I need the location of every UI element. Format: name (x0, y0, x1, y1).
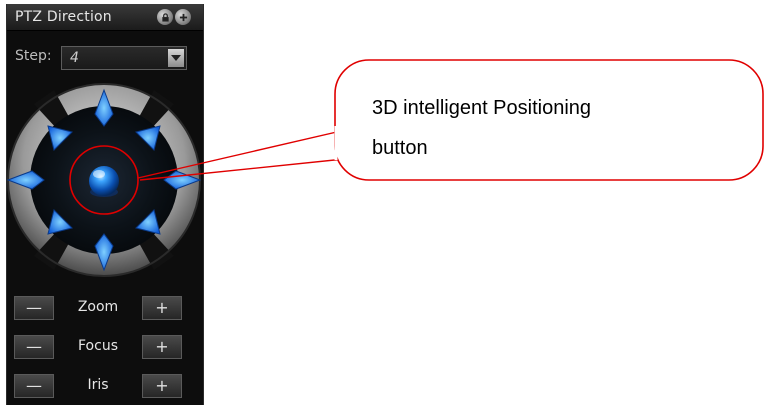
step-select[interactable]: 4 (61, 46, 187, 70)
callout-line1: 3D intelligent Positioning (372, 97, 592, 119)
arrow-up-left-button[interactable] (44, 122, 76, 154)
focus-label: Focus (78, 338, 118, 354)
zoom-label: Zoom (77, 299, 119, 315)
panel-title: PTZ Direction (15, 9, 112, 25)
iris-row: — Iris + (14, 374, 184, 398)
step-value: 4 (70, 50, 79, 66)
iris-minus-button[interactable]: — (14, 374, 54, 398)
arrow-up-right-button[interactable] (132, 122, 164, 154)
zoom-out-button[interactable]: — (14, 296, 54, 320)
callout-text: 3D intelligent Positioning button (372, 88, 732, 168)
iris-plus-button[interactable]: + (142, 374, 182, 398)
focus-row: — Focus + (14, 335, 184, 359)
step-label: Step: (15, 48, 52, 64)
arrow-down-right-button[interactable] (132, 206, 164, 238)
iris-label: Iris (87, 377, 109, 393)
plus-icon[interactable] (175, 9, 191, 25)
3d-positioning-button[interactable] (84, 162, 124, 202)
zoom-row: — Zoom + (14, 296, 184, 320)
arrow-up-button[interactable] (89, 88, 119, 128)
title-bar: PTZ Direction (7, 4, 203, 31)
focus-minus-button[interactable]: — (14, 335, 54, 359)
arrow-down-button[interactable] (89, 232, 119, 272)
chevron-down-icon[interactable] (168, 49, 184, 67)
focus-plus-button[interactable]: + (142, 335, 182, 359)
arrow-right-button[interactable] (162, 165, 202, 195)
arrow-down-left-button[interactable] (44, 206, 76, 238)
callout-line2: button (372, 137, 428, 159)
zoom-in-button[interactable]: + (142, 296, 182, 320)
stage: PTZ Direction Step: 4 — Zoom + — Focus +… (0, 0, 768, 405)
direction-pad (6, 82, 202, 278)
arrow-left-button[interactable] (6, 165, 46, 195)
lock-icon[interactable] (157, 9, 173, 25)
